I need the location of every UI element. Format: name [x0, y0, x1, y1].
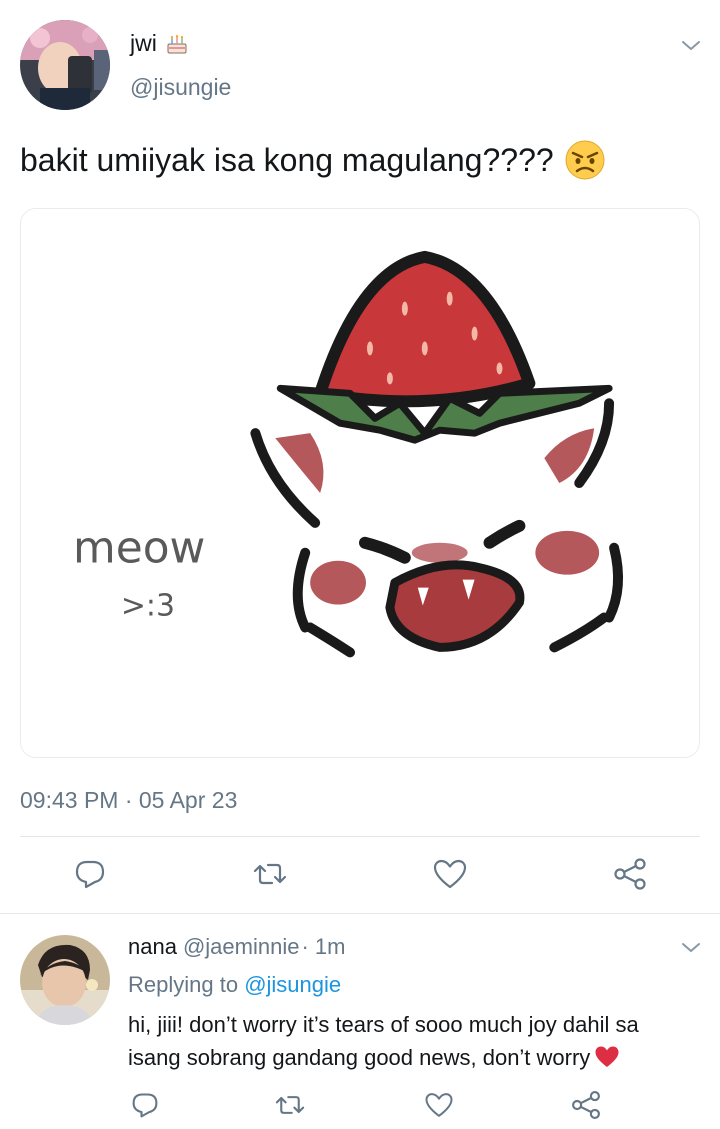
- reply-author-name[interactable]: nana: [128, 934, 177, 960]
- tweet-timestamp[interactable]: 09:43 PM · 05 Apr 23: [20, 787, 237, 814]
- reply-time: · 1m: [301, 934, 346, 959]
- divider: [0, 913, 720, 914]
- author-handle[interactable]: @jisungie: [130, 74, 231, 101]
- tweet-text: bakit umiiyak isa kong magulang????: [20, 139, 606, 181]
- replying-prefix: Replying to: [128, 972, 239, 997]
- chevron-down-icon[interactable]: [680, 34, 702, 56]
- share-icon[interactable]: [570, 1089, 602, 1121]
- meow-text: meow: [73, 523, 205, 574]
- reply-text-content: hi, jiii! don’t worry it’s tears of sooo…: [128, 1012, 639, 1070]
- tweet-media-image[interactable]: meow >:3: [20, 208, 700, 758]
- reply-icon[interactable]: [131, 1091, 159, 1119]
- share-icon[interactable]: [612, 856, 648, 892]
- reply-icon[interactable]: [74, 858, 106, 890]
- tweet-text-content: bakit umiiyak isa kong magulang????: [20, 141, 554, 178]
- face-text: >:3: [121, 589, 175, 624]
- like-icon[interactable]: [424, 1091, 454, 1119]
- divider: [20, 836, 700, 837]
- reply-author-avatar[interactable]: [20, 935, 110, 1025]
- author-name-text: jwi: [130, 30, 157, 56]
- like-icon[interactable]: [432, 858, 468, 890]
- replying-to-link[interactable]: @jisungie: [244, 972, 341, 997]
- angry-face-icon: [564, 139, 606, 181]
- chevron-down-icon[interactable]: [680, 936, 702, 958]
- retweet-icon[interactable]: [252, 858, 288, 890]
- red-heart-icon: [594, 1045, 620, 1069]
- reply-header: nana @jaeminnie · 1m: [128, 934, 345, 960]
- replying-to: Replying to @jisungie: [128, 972, 341, 998]
- reply-author-handle[interactable]: @jaeminnie: [183, 934, 300, 960]
- birthday-cake-icon: [165, 32, 189, 56]
- author-name[interactable]: jwi: [130, 30, 189, 57]
- reply-text: hi, jiii! don’t worry it’s tears of sooo…: [128, 1008, 688, 1074]
- author-avatar[interactable]: [20, 20, 110, 110]
- retweet-icon[interactable]: [274, 1091, 306, 1119]
